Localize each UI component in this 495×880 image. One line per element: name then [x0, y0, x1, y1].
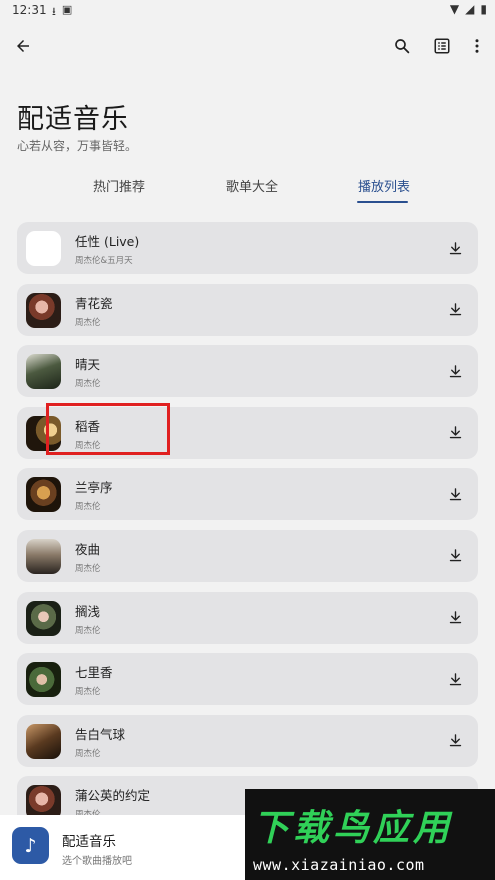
search-icon: [395, 39, 410, 54]
song-title: 告白气球: [75, 726, 126, 742]
back-button[interactable]: [7, 30, 39, 62]
download-notification-icon: ⭳: [52, 5, 56, 18]
wifi-icon: ▼: [449, 2, 460, 16]
download-icon: [449, 611, 461, 624]
download-icon: [449, 549, 461, 562]
download-button[interactable]: [444, 545, 466, 567]
watermark-url: www.xiazainiao.com: [253, 856, 425, 874]
list-icon: [434, 38, 450, 54]
song-list: 任性 (Live) 周杰伦&五月天 青花瓷 周杰伦 晴天 周杰伦 稻香 周杰伦 …: [17, 222, 478, 838]
download-icon: [449, 303, 461, 316]
tab-indicator: [357, 201, 408, 203]
back-arrow-icon: [17, 40, 29, 52]
tab-play-queue[interactable]: 播放列表: [358, 176, 410, 195]
song-artist: 周杰伦: [75, 317, 101, 328]
song-title: 兰亭序: [75, 480, 113, 496]
song-item[interactable]: 兰亭序 周杰伦: [17, 468, 478, 521]
album-cover: [26, 292, 61, 328]
album-cover: [26, 231, 61, 266]
song-item[interactable]: 夜曲 周杰伦: [17, 529, 478, 582]
status-time: 12:31: [12, 3, 47, 17]
highlight-annotation-box: [46, 403, 170, 455]
song-artist: 周杰伦: [75, 748, 101, 759]
tab-bar: 热门推荐 歌单大全 播放列表: [0, 172, 495, 206]
download-button[interactable]: [444, 237, 466, 259]
song-title: 任性 (Live): [75, 234, 140, 249]
page-title: 配适音乐: [17, 104, 129, 135]
signal-icon: ◢: [465, 2, 475, 16]
more-options-button[interactable]: [461, 30, 493, 62]
download-button[interactable]: [444, 360, 466, 382]
battery-icon: ▮: [480, 2, 487, 16]
download-icon: [449, 672, 461, 685]
song-item[interactable]: 青花瓷 周杰伦: [17, 283, 478, 336]
watermark-logo: 下载鸟应用: [253, 808, 454, 849]
album-cover: [26, 662, 61, 698]
song-item[interactable]: 晴天 周杰伦: [17, 345, 478, 398]
album-cover: [26, 600, 61, 636]
song-title: 青花瓷: [75, 295, 113, 311]
tab-hot-recommend[interactable]: 热门推荐: [93, 176, 145, 195]
song-artist: 周杰伦: [75, 687, 101, 698]
app-bar: [0, 28, 495, 68]
download-icon: [449, 364, 461, 377]
download-button[interactable]: [444, 607, 466, 629]
search-button[interactable]: [386, 30, 418, 62]
album-cover: [26, 477, 61, 513]
album-cover: [26, 723, 61, 759]
song-title: 夜曲: [75, 541, 101, 557]
song-item[interactable]: 任性 (Live) 周杰伦&五月天: [17, 222, 478, 274]
song-artist: 周杰伦: [75, 379, 101, 390]
song-item[interactable]: 告白气球 周杰伦: [17, 714, 478, 767]
song-artist: 周杰伦: [75, 625, 101, 636]
download-icon: [449, 426, 461, 439]
music-note-icon: ♪: [12, 827, 49, 864]
download-button[interactable]: [444, 730, 466, 752]
song-title: 晴天: [75, 357, 101, 373]
status-notification-icons: ⭳ ▣: [52, 3, 72, 22]
playlist-button[interactable]: [426, 30, 458, 62]
song-title: 搁浅: [75, 603, 101, 619]
download-icon: [449, 734, 461, 747]
album-cover: [26, 354, 61, 390]
status-bar: 12:31 ⭳ ▣ ▼ ◢ ▮: [0, 0, 495, 22]
watermark: 下载鸟应用 www.xiazainiao.com: [245, 789, 495, 880]
download-button[interactable]: [444, 422, 466, 444]
page-subtitle: 心若从容，万事皆轻。: [17, 139, 138, 153]
song-item[interactable]: 七里香 周杰伦: [17, 653, 478, 706]
song-title: 七里香: [75, 665, 113, 681]
tab-playlist-collection[interactable]: 歌单大全: [226, 176, 278, 195]
song-artist: 周杰伦: [75, 502, 101, 513]
mini-player-title: 配适音乐: [62, 834, 116, 850]
status-system-icons: ▼ ◢ ▮: [450, 2, 487, 16]
download-icon: [449, 488, 461, 501]
song-title: 蒲公英的约定: [75, 788, 151, 804]
more-vert-icon: [475, 39, 479, 53]
download-button[interactable]: [444, 299, 466, 321]
song-item[interactable]: 搁浅 周杰伦: [17, 591, 478, 644]
mini-player-subtitle: 选个歌曲播放吧: [62, 856, 132, 867]
download-button[interactable]: [444, 483, 466, 505]
song-artist: 周杰伦: [75, 563, 101, 574]
download-button[interactable]: [444, 668, 466, 690]
app-notification-icon: ▣: [61, 3, 73, 16]
album-cover: [26, 538, 61, 574]
song-artist: 周杰伦&五月天: [75, 256, 133, 266]
download-icon: [449, 241, 461, 254]
